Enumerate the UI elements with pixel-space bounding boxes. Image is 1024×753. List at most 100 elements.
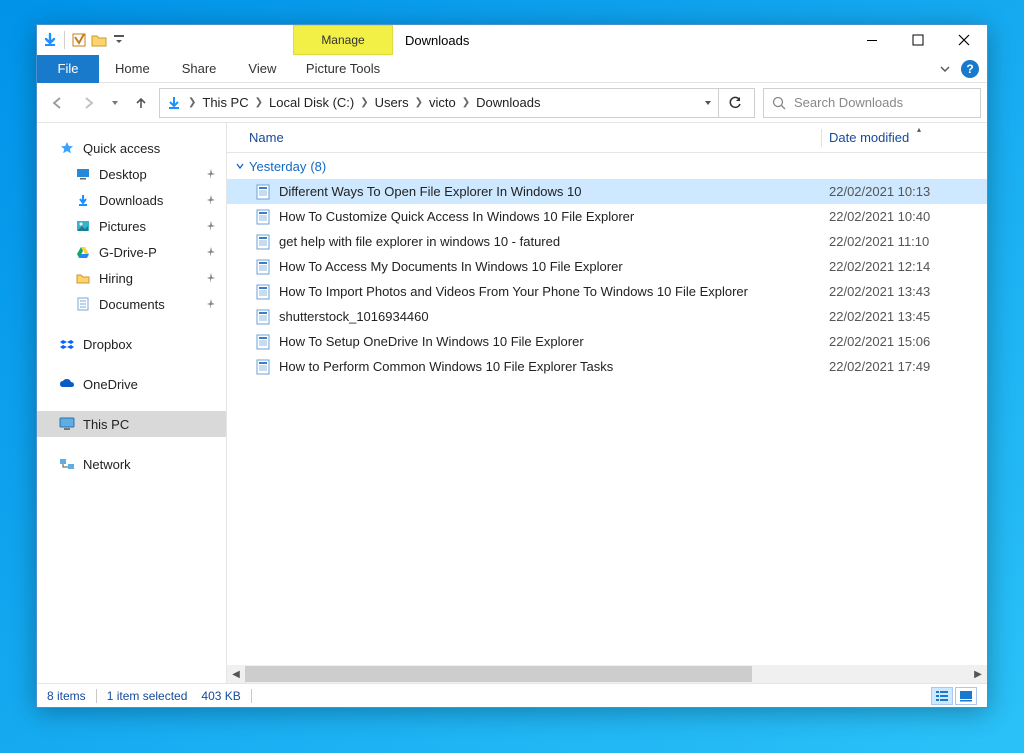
ribbon-tab-share[interactable]: Share <box>166 55 233 83</box>
large-icons-view-button[interactable] <box>955 687 977 705</box>
breadcrumb-local-disk[interactable]: Local Disk (C:) <box>267 89 356 117</box>
nav-quick-access[interactable]: Quick access <box>37 135 226 161</box>
details-view-button[interactable] <box>931 687 953 705</box>
content-area: Name Date modified ▴ Yesterday (8) Diffe… <box>227 123 987 683</box>
this-pc-icon <box>59 416 75 432</box>
network-icon <box>59 456 75 472</box>
nav-group-quick-access: Quick access Desktop Downloads Pictures G-D… <box>37 135 226 317</box>
forward-button[interactable] <box>75 88 103 118</box>
search-box[interactable] <box>763 88 981 118</box>
pin-icon <box>206 299 216 309</box>
ribbon: File Home Share View Picture Tools ? <box>37 55 987 83</box>
document-icon <box>255 259 271 275</box>
maximize-button[interactable] <box>895 25 941 55</box>
breadcrumb-downloads[interactable]: Downloads <box>474 89 542 117</box>
nav-quick-access-item[interactable]: Downloads <box>37 187 226 213</box>
address-history-button[interactable] <box>698 89 718 117</box>
nav-label: This PC <box>83 417 129 432</box>
breadcrumb-victo[interactable]: victo <box>427 89 458 117</box>
file-list[interactable]: Different Ways To Open File Explorer In … <box>227 179 987 379</box>
column-header-date[interactable]: Date modified <box>829 130 909 145</box>
group-collapse-icon[interactable] <box>235 161 245 171</box>
pin-icon <box>206 195 216 205</box>
column-headers[interactable]: Name Date modified ▴ <box>227 123 987 153</box>
help-icon[interactable]: ? <box>961 60 979 78</box>
nav-label: Quick access <box>83 141 160 156</box>
breadcrumb-this-pc[interactable]: This PC <box>200 89 250 117</box>
file-row[interactable]: How To Import Photos and Videos From You… <box>227 279 987 304</box>
chevron-right-icon[interactable]: ❯ <box>253 97 265 108</box>
file-explorer-window: Manage Downloads File Home Share View Pi… <box>36 24 988 708</box>
new-folder-icon[interactable] <box>90 29 108 51</box>
ribbon-tab-picture-tools[interactable]: Picture Tools <box>293 55 393 83</box>
file-row[interactable]: shutterstock_101693446022/02/2021 13:45 <box>227 304 987 329</box>
column-header-name[interactable]: Name <box>249 130 284 145</box>
column-divider[interactable] <box>821 129 822 147</box>
onedrive-icon <box>59 376 75 392</box>
recent-locations-button[interactable] <box>107 88 123 118</box>
file-row[interactable]: How To Access My Documents In Windows 10… <box>227 254 987 279</box>
file-row[interactable]: Different Ways To Open File Explorer In … <box>227 179 987 204</box>
navigation-pane[interactable]: Quick access Desktop Downloads Pictures G-D… <box>37 123 227 683</box>
file-tab[interactable]: File <box>37 55 99 83</box>
scroll-left-button[interactable]: ◀ <box>227 665 245 683</box>
file-date: 22/02/2021 10:13 <box>829 184 930 199</box>
star-icon <box>59 140 75 156</box>
file-row[interactable]: How to Perform Common Windows 10 File Ex… <box>227 354 987 379</box>
nav-label: OneDrive <box>83 377 138 392</box>
chevron-right-icon[interactable]: ❯ <box>358 97 370 108</box>
nav-quick-access-item[interactable]: Desktop <box>37 161 226 187</box>
status-bar: 8 items 1 item selected 403 KB <box>37 683 987 707</box>
chevron-right-icon[interactable]: ❯ <box>460 97 472 108</box>
pin-icon <box>206 273 216 283</box>
scroll-track[interactable] <box>245 666 969 682</box>
refresh-button[interactable] <box>718 88 750 118</box>
scroll-right-button[interactable]: ▶ <box>969 665 987 683</box>
breadcrumb-users[interactable]: Users <box>373 89 411 117</box>
nav-label: Downloads <box>99 193 163 208</box>
file-row[interactable]: get help with file explorer in windows 1… <box>227 229 987 254</box>
nav-label: G-Drive-P <box>99 245 157 260</box>
nav-dropbox[interactable]: Dropbox <box>37 331 226 357</box>
file-row[interactable]: How To Setup OneDrive In Windows 10 File… <box>227 329 987 354</box>
file-name: How to Perform Common Windows 10 File Ex… <box>279 359 613 374</box>
scroll-thumb[interactable] <box>245 666 752 682</box>
file-row[interactable]: How To Customize Quick Access In Windows… <box>227 204 987 229</box>
minimize-button[interactable] <box>849 25 895 55</box>
nav-label: Desktop <box>99 167 147 182</box>
back-button[interactable] <box>43 88 71 118</box>
nav-label: Dropbox <box>83 337 132 352</box>
horizontal-scrollbar[interactable]: ◀ ▶ <box>227 665 987 683</box>
group-header[interactable]: Yesterday (8) <box>227 153 987 179</box>
nav-quick-access-item[interactable]: Pictures <box>37 213 226 239</box>
properties-icon[interactable] <box>70 29 88 51</box>
close-button[interactable] <box>941 25 987 55</box>
contextual-group-label: Manage <box>321 33 364 47</box>
chevron-right-icon[interactable]: ❯ <box>413 97 425 108</box>
document-icon <box>255 284 271 300</box>
separator <box>96 689 97 703</box>
ribbon-tab-view[interactable]: View <box>232 55 292 83</box>
search-input[interactable] <box>794 95 972 110</box>
nav-quick-access-item[interactable]: Hiring <box>37 265 226 291</box>
navigation-bar: ❯ This PC ❯ Local Disk (C:) ❯ Users ❯ vi… <box>37 83 987 123</box>
nav-this-pc[interactable]: This PC <box>37 411 226 437</box>
pin-icon <box>206 169 216 179</box>
file-date: 22/02/2021 10:40 <box>829 209 930 224</box>
ribbon-tab-home[interactable]: Home <box>99 55 166 83</box>
body-area: Quick access Desktop Downloads Pictures G-D… <box>37 123 987 683</box>
nav-network[interactable]: Network <box>37 451 226 477</box>
nav-quick-access-item[interactable]: Documents <box>37 291 226 317</box>
up-button[interactable] <box>127 88 155 118</box>
chevron-right-icon[interactable]: ❯ <box>186 97 198 108</box>
ribbon-collapse-icon[interactable] <box>939 63 951 75</box>
address-bar[interactable]: ❯ This PC ❯ Local Disk (C:) ❯ Users ❯ vi… <box>159 88 755 118</box>
qat-customize-icon[interactable] <box>110 29 128 51</box>
documents-icon <box>75 296 91 312</box>
search-icon <box>772 96 786 110</box>
nav-onedrive[interactable]: OneDrive <box>37 371 226 397</box>
pin-icon <box>206 221 216 231</box>
file-name: How To Setup OneDrive In Windows 10 File… <box>279 334 584 349</box>
nav-quick-access-item[interactable]: G-Drive-P <box>37 239 226 265</box>
document-icon <box>255 359 271 375</box>
